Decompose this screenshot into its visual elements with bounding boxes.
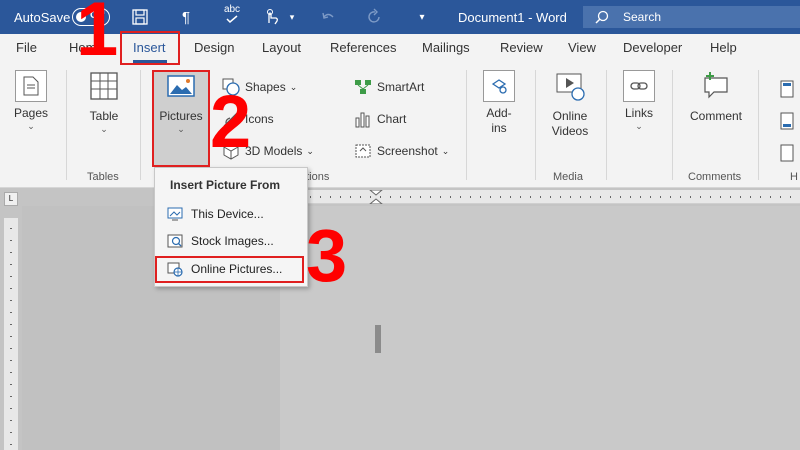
- table-label: Table: [89, 109, 119, 123]
- horizontal-ruler[interactable]: [280, 189, 800, 205]
- header-button[interactable]: [778, 78, 800, 100]
- undo-icon[interactable]: [318, 7, 338, 27]
- smartart-icon: [355, 80, 371, 94]
- computer-icon: [167, 207, 183, 221]
- footer-button[interactable]: [778, 110, 800, 132]
- tab-view[interactable]: View: [568, 40, 596, 55]
- screenshot-label: Screenshot: [377, 144, 438, 158]
- search-icon: [595, 10, 609, 24]
- group-label-header-footer: H: [790, 171, 798, 183]
- pages-button[interactable]: Pages ⌄: [10, 70, 52, 131]
- document-title: Document1 - Word: [458, 9, 567, 25]
- more-commands-icon[interactable]: ▾: [412, 7, 432, 27]
- paragraph-icon[interactable]: ¶: [176, 7, 196, 27]
- text-cursor: [375, 325, 381, 353]
- online-videos-label-line1: Online: [552, 109, 588, 123]
- chart-button[interactable]: Chart: [354, 108, 406, 130]
- group-label-comments: Comments: [688, 171, 742, 183]
- pages-label: Pages: [13, 106, 49, 120]
- spelling-icon-text: abc: [223, 4, 241, 15]
- tab-help[interactable]: Help: [710, 40, 737, 55]
- addins-label-line1: Add-: [486, 106, 512, 120]
- comment-icon: [704, 72, 728, 99]
- save-icon[interactable]: [130, 7, 150, 27]
- step-number-2: 2: [210, 80, 252, 163]
- tab-mailings[interactable]: Mailings: [422, 40, 470, 55]
- chart-icon: [355, 112, 370, 128]
- online-video-icon: [556, 73, 585, 101]
- table-button[interactable]: Table ⌄: [84, 70, 124, 134]
- customize-chevron-icon[interactable]: ▾: [282, 7, 302, 27]
- touch-mode-icon[interactable]: [262, 7, 282, 27]
- chevron-down-icon: ⌄: [441, 145, 450, 156]
- online-videos-label-line2: Videos: [551, 124, 589, 138]
- separator: [672, 70, 673, 180]
- redo-icon[interactable]: [364, 7, 384, 27]
- header-icon: [780, 80, 794, 98]
- tab-references[interactable]: References: [330, 40, 396, 55]
- screenshot-icon: [355, 144, 371, 158]
- separator: [758, 70, 759, 180]
- addins-icon: [483, 70, 515, 102]
- vertical-ruler-ticks: [10, 228, 12, 445]
- chart-label: Chart: [377, 112, 407, 126]
- title-bar: AutoSave Off ¶ abc ▾ ▾ Document1 - Word …: [0, 0, 800, 34]
- autosave-label: AutoSave: [14, 9, 71, 25]
- ruler-ticks: [290, 189, 791, 205]
- separator: [535, 70, 536, 180]
- tab-review[interactable]: Review: [500, 40, 543, 55]
- separator: [140, 70, 141, 180]
- comment-label: Comment: [689, 109, 742, 123]
- annotation-box-pictures: [152, 70, 210, 167]
- dropdown-header: Insert Picture From: [170, 178, 281, 192]
- links-label: Links: [624, 106, 653, 120]
- this-device-item[interactable]: This Device...: [167, 204, 264, 224]
- chevron-down-icon: ⌄: [100, 124, 108, 134]
- spelling-icon[interactable]: abc: [222, 4, 242, 24]
- search-box[interactable]: Search: [583, 6, 800, 28]
- annotation-box-insert-tab: [120, 31, 180, 65]
- vertical-ruler[interactable]: [4, 218, 18, 450]
- search-placeholder: Search: [623, 10, 662, 24]
- page-number-icon: [780, 144, 794, 162]
- stock-images-icon: [167, 234, 183, 248]
- tab-file[interactable]: File: [16, 40, 37, 55]
- tab-selector[interactable]: L: [4, 192, 18, 206]
- links-button[interactable]: Links ⌄: [618, 70, 660, 131]
- chevron-down-icon: ⌄: [635, 121, 643, 131]
- separator: [466, 70, 467, 180]
- tab-layout[interactable]: Layout: [262, 40, 301, 55]
- stock-images-label: Stock Images...: [191, 234, 274, 248]
- step-number-1: 1: [76, 0, 119, 72]
- tab-design[interactable]: Design: [194, 40, 234, 55]
- page-number-button[interactable]: [778, 142, 800, 164]
- ribbon: Pages ⌄ Table ⌄ Tables Pictures ⌄ Shapes…: [0, 64, 800, 188]
- smartart-label: SmartArt: [377, 80, 425, 94]
- group-label-media: Media: [553, 171, 583, 183]
- chevron-down-icon: ⌄: [27, 121, 35, 131]
- screenshot-button[interactable]: Screenshot ⌄: [354, 140, 449, 162]
- chevron-down-icon: ⌄: [306, 145, 314, 156]
- tab-developer[interactable]: Developer: [623, 40, 682, 55]
- stock-images-item[interactable]: Stock Images...: [167, 231, 274, 251]
- separator: [606, 70, 607, 180]
- footer-icon: [780, 112, 794, 130]
- addins-label-line2: ins: [491, 121, 507, 135]
- this-device-label: This Device...: [191, 207, 264, 221]
- online-videos-button[interactable]: Online Videos: [546, 70, 594, 139]
- 3d-models-label: 3D Models: [245, 144, 303, 158]
- group-label-tables: Tables: [87, 171, 119, 183]
- pages-icon: [15, 70, 47, 102]
- separator: [66, 70, 67, 180]
- table-icon: [90, 72, 118, 100]
- link-icon: [623, 70, 655, 102]
- step-number-3: 3: [306, 214, 348, 297]
- comment-button[interactable]: Comment: [684, 70, 748, 124]
- annotation-box-online-pictures: [155, 256, 304, 283]
- smartart-button[interactable]: SmartArt: [354, 76, 424, 98]
- chevron-down-icon: ⌄: [289, 81, 298, 92]
- document-page[interactable]: [280, 206, 800, 450]
- addins-button[interactable]: Add- ins: [478, 70, 520, 136]
